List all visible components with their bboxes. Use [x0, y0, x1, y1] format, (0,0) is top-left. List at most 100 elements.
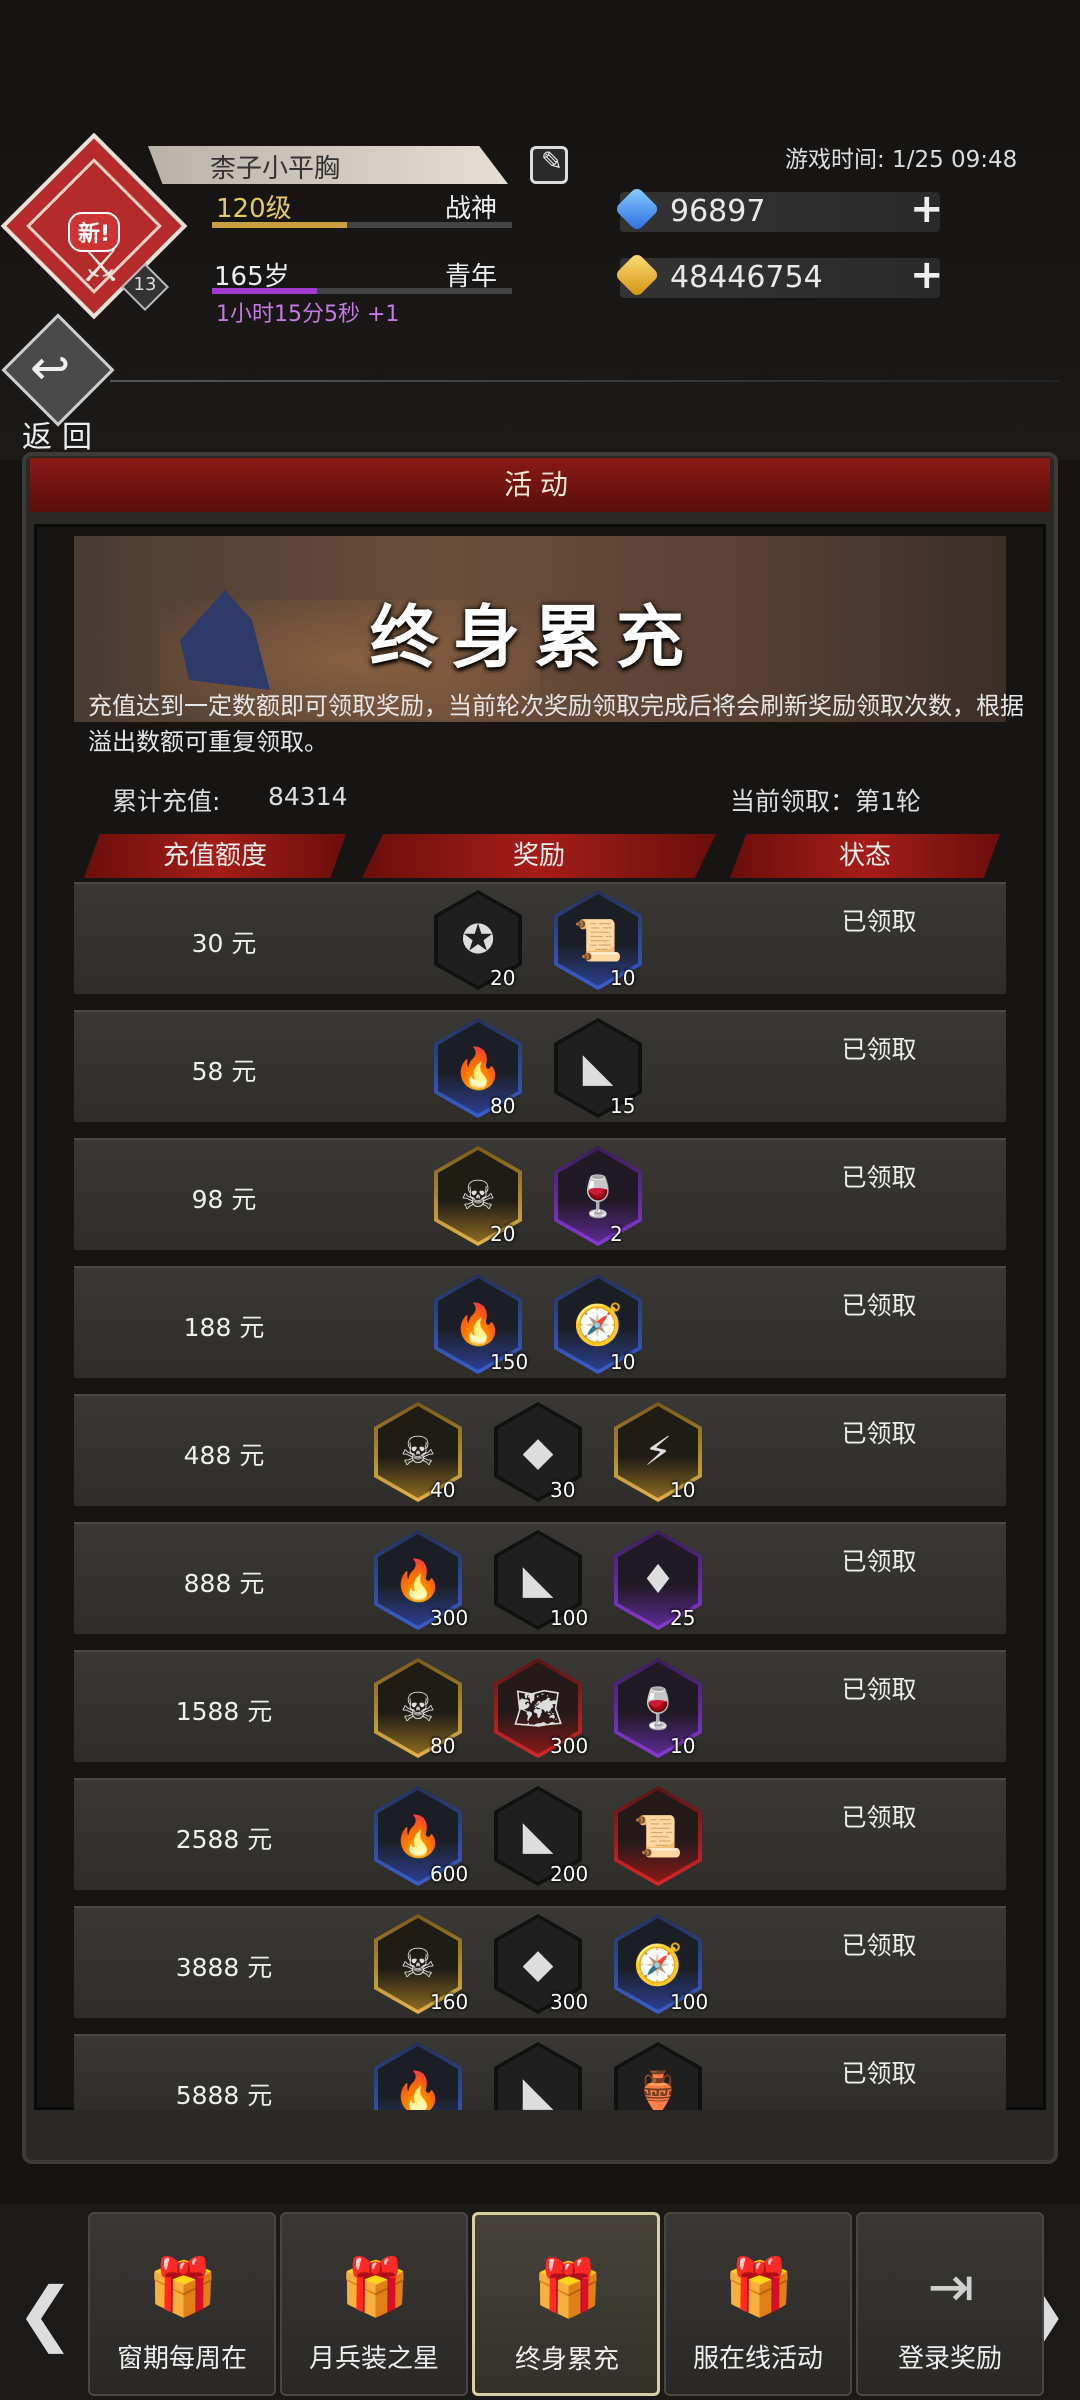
- bottle-icon: 🏺: [618, 2046, 698, 2110]
- fragment-icon: ◣: [498, 2046, 578, 2110]
- current-round: 当前领取：第1轮: [730, 787, 921, 816]
- reward-quantity: 300: [550, 1990, 589, 2014]
- reward-quantity: 2: [610, 1222, 623, 1246]
- activity-tab-label: 窗期每周在: [116, 2344, 247, 2374]
- login-icon: ⇥: [927, 2255, 975, 2320]
- panel-title: 活动: [30, 458, 1050, 512]
- reward-quantity: 100: [670, 1990, 709, 2014]
- reward-row: 30 元已领取 ✪ 20 📜 10: [74, 882, 1006, 994]
- emblem-level: 13: [133, 274, 157, 295]
- column-header-reward: 奖励: [362, 834, 716, 878]
- reward-row: 2588 元已领取 🔥 600 ◣ 200 📜: [74, 1778, 1006, 1890]
- gift-icon: 🎁: [724, 2255, 794, 2320]
- recharge-amount: 5888 元: [175, 2081, 273, 2110]
- event-description: 充值达到一定数额即可领取奖励，当前轮次奖励领取完成后将会刷新奖励领取次数，根据溢…: [88, 692, 1024, 756]
- activity-tab[interactable]: 🎁 窗期每周在: [88, 2212, 276, 2396]
- claim-status: 已领取: [841, 1931, 917, 1960]
- reward-quantity: 80: [430, 1734, 456, 1758]
- recharge-amount: 98 元: [191, 1185, 257, 1214]
- reward-quantity: 80: [490, 1094, 516, 1118]
- claim-status: 已领取: [841, 1419, 917, 1448]
- claim-status: 已领取: [841, 1291, 917, 1320]
- reward-quantity: 200: [550, 1862, 589, 1886]
- reward-quantity: 10: [610, 966, 636, 990]
- claim-status: 已领取: [841, 1035, 917, 1064]
- back-label[interactable]: 返回: [22, 412, 102, 456]
- column-header-status: 状态: [730, 834, 1000, 878]
- reward-item[interactable]: 📜: [614, 1786, 702, 1886]
- reward-row: 58 元已领取 🔥 80 ◣ 15: [74, 1010, 1006, 1122]
- back-arrow-icon: ↩: [30, 340, 71, 396]
- reward-row: 3888 元已领取 ☠ 160 ◆ 300 🧭 100: [74, 1906, 1006, 2018]
- reward-row: 488 元已领取 ☠ 40 ◆ 30 ⚡ 10: [74, 1394, 1006, 1506]
- player-rank: 战神: [445, 194, 498, 224]
- activity-tab[interactable]: ⇥ 登录奖励: [856, 2212, 1044, 2396]
- reward-quantity: 10: [670, 1734, 696, 1758]
- activity-tab-label: 月兵装之星: [308, 2344, 439, 2374]
- recharge-amount: 58 元: [191, 1057, 257, 1086]
- gold-count: 48446754: [670, 260, 823, 295]
- claim-status: 已领取: [841, 1675, 917, 1704]
- reward-quantity: 100: [550, 1606, 589, 1630]
- claim-status: 已领取: [841, 1163, 917, 1192]
- recharge-amount: 30 元: [191, 929, 257, 958]
- claim-status: 已领取: [841, 907, 917, 936]
- activity-tab-label: 登录奖励: [897, 2344, 1002, 2374]
- gift-icon: 🎁: [148, 2255, 218, 2320]
- game-time: 游戏时间: 1/25 09:48: [785, 147, 1018, 173]
- age-progress-bar: [212, 288, 512, 294]
- reward-quantity: 30: [550, 1478, 576, 1502]
- recharge-amount: 488 元: [183, 1441, 265, 1470]
- player-level: 120级: [216, 194, 292, 224]
- reward-row: 888 元已领取 🔥 300 ◣ 100 ♦ 25: [74, 1522, 1006, 1634]
- recharge-amount: 188 元: [183, 1313, 265, 1342]
- reward-row: 188 元已领取 🔥 150 🧭 10: [74, 1266, 1006, 1378]
- reward-quantity: 25: [670, 1606, 696, 1630]
- reward-row: 5888 元 已领取 🔥 ◣ 🏺: [74, 2034, 1006, 2110]
- event-title: 终身累充: [370, 598, 699, 678]
- recharge-amount: 888 元: [183, 1569, 265, 1598]
- reward-quantity: 20: [490, 1222, 516, 1246]
- claim-status: 已领取: [841, 2059, 917, 2088]
- accum-label: 累计充值:: [112, 787, 221, 816]
- reward-quantity: 600: [430, 1862, 469, 1886]
- gift-icon: 🎁: [533, 2256, 603, 2321]
- recharge-amount: 3888 元: [175, 1953, 273, 1982]
- level-progress-bar: [212, 222, 512, 228]
- claim-status: 已领取: [841, 1803, 917, 1832]
- activity-tab[interactable]: 🎁 终身累充: [472, 2212, 660, 2396]
- header-divider: [110, 380, 1060, 382]
- reward-quantity: 150: [490, 1350, 529, 1374]
- diamond-count: 96897: [670, 194, 766, 229]
- activity-tab-label: 终身累充: [514, 2345, 619, 2375]
- reward-item[interactable]: ◣: [494, 2042, 582, 2110]
- activity-tab[interactable]: 🎁 月兵装之星: [280, 2212, 468, 2396]
- reward-item[interactable]: 🍷: [554, 1146, 642, 1246]
- add-gold-button[interactable]: +: [910, 252, 944, 298]
- reward-quantity: 15: [610, 1094, 636, 1118]
- reward-item[interactable]: 🏺: [614, 2042, 702, 2110]
- age-timer: 1小时15分5秒 +1: [216, 302, 400, 327]
- player-name: 柰子小平胸: [210, 154, 341, 184]
- reward-quantity: 160: [430, 1990, 469, 2014]
- reward-quantity: 40: [430, 1478, 456, 1502]
- bonus-scroll-icon: 📜: [618, 1790, 698, 1882]
- diamond-bar: [620, 192, 940, 232]
- column-header-amount: 充值额度: [84, 834, 346, 878]
- add-diamond-button[interactable]: +: [910, 186, 944, 232]
- reward-quantity: 300: [550, 1734, 589, 1758]
- reward-item[interactable]: 🔥: [374, 2042, 462, 2110]
- gift-icon: 🎁: [340, 2255, 410, 2320]
- reward-quantity: 20: [490, 966, 516, 990]
- reward-row: 98 元已领取 ☠ 20 🍷 2: [74, 1138, 1006, 1250]
- chalice-icon: 🍷: [558, 1150, 638, 1242]
- claim-status: 已领取: [841, 1547, 917, 1576]
- tabs-prev-arrow[interactable]: ❮: [16, 2272, 75, 2354]
- reward-row: 1588 元已领取 ☠ 80 🗺 300 🍷 10: [74, 1650, 1006, 1762]
- edit-name-icon[interactable]: ✎: [530, 146, 568, 184]
- recharge-amount: 2588 元: [175, 1825, 273, 1854]
- activity-tab-label: 服在线活动: [692, 2344, 823, 2374]
- reward-quantity: 10: [610, 1350, 636, 1374]
- accum-value: 84314: [268, 782, 348, 811]
- activity-tab[interactable]: 🎁 服在线活动: [664, 2212, 852, 2396]
